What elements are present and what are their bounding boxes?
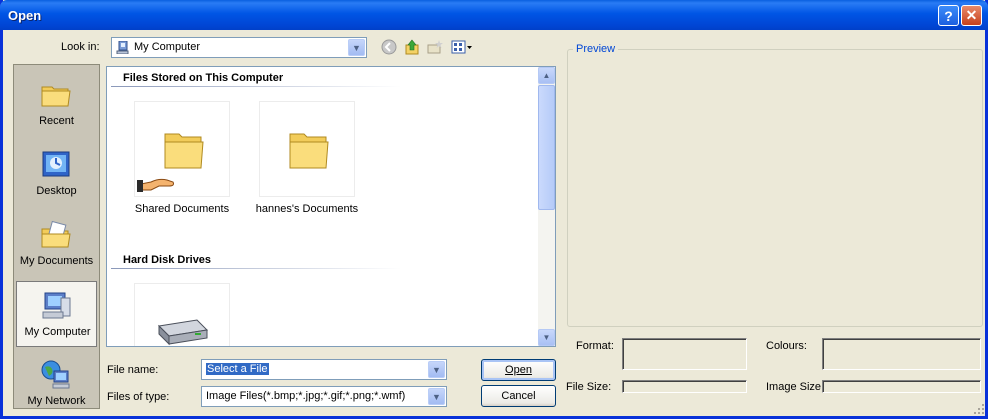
chevron-down-icon[interactable]: ▼ [428, 361, 445, 378]
tile-hard-drive[interactable] [134, 283, 230, 346]
cancel-button[interactable]: Cancel [481, 385, 556, 407]
place-my-computer[interactable]: My Computer [16, 281, 97, 347]
file-type-value: Image Files(*.bmp;*.jpg;*.gif;*.png;*.wm… [206, 390, 406, 402]
open-button[interactable]: Open [481, 359, 556, 381]
my-computer-icon [42, 292, 71, 319]
views-menu-icon[interactable] [450, 38, 474, 56]
group-header-hard-disk-drives: Hard Disk Drives [123, 254, 212, 266]
place-label-desktop: Desktop [36, 185, 77, 197]
look-in-value: My Computer [134, 41, 201, 53]
place-label-my-documents: My Documents [19, 255, 94, 267]
open-dialog: Open ? ✕ Look in: My Computer ▼ Recent D… [0, 0, 988, 419]
resize-grip-icon[interactable] [973, 403, 985, 415]
help-button[interactable]: ? [938, 5, 959, 26]
place-label-my-computer: My Computer [24, 326, 91, 338]
scroll-thumb[interactable] [538, 85, 555, 210]
close-button[interactable]: ✕ [961, 5, 982, 26]
colours-value-box [822, 338, 981, 370]
places-bar: Recent Desktop My Documents My Computer … [13, 64, 100, 409]
group-divider [111, 268, 401, 269]
shared-folder-icon [137, 133, 204, 192]
image-size-label: Image Size: [766, 381, 825, 393]
look-in-label: Look in: [61, 41, 100, 53]
recent-folder-icon [41, 86, 71, 107]
desktop-icon [42, 151, 70, 177]
chevron-down-icon[interactable]: ▼ [428, 388, 445, 405]
place-my-network[interactable]: My Network [16, 351, 97, 417]
colours-label: Colours: [766, 340, 807, 352]
group-header-stored-files: Files Stored on This Computer [123, 72, 284, 84]
file-type-label: Files of type: [107, 391, 170, 403]
cancel-button-label: Cancel [501, 390, 536, 402]
file-type-select[interactable]: Image Files(*.bmp;*.jpg;*.gif;*.png;*.wm… [201, 386, 447, 407]
group-divider [111, 86, 401, 87]
preview-pane [567, 49, 983, 327]
place-desktop[interactable]: Desktop [16, 141, 97, 207]
window-title: Open [8, 8, 42, 23]
file-size-label: File Size: [566, 381, 612, 393]
tile-hannes-documents[interactable] [259, 101, 355, 197]
back-icon[interactable] [380, 38, 398, 56]
place-recent[interactable]: Recent [16, 71, 97, 137]
file-name-input[interactable]: Select a File ▼ [201, 359, 447, 380]
vertical-scrollbar[interactable]: ▲ ▼ [538, 67, 555, 346]
image-size-value-box [822, 380, 981, 393]
new-folder-icon[interactable] [426, 38, 444, 56]
title-bar[interactable]: Open ? ✕ [0, 0, 988, 30]
tile-shared-documents[interactable] [134, 101, 230, 197]
chevron-down-icon[interactable]: ▼ [348, 39, 365, 56]
file-list-view[interactable]: Files Stored on This Computer Shared Doc… [106, 66, 556, 347]
help-icon: ? [944, 7, 953, 24]
file-name-label: File name: [107, 364, 159, 376]
my-computer-small-icon [116, 41, 129, 54]
open-button-label: Open [505, 364, 532, 376]
item-label-hannes-documents: hannes's Documents [255, 203, 359, 215]
hard-drive-icon [157, 319, 209, 346]
file-size-value-box [622, 380, 747, 393]
place-label-recent: Recent [39, 115, 74, 127]
place-my-documents[interactable]: My Documents [16, 211, 97, 277]
file-name-value[interactable]: Select a File [206, 363, 269, 375]
scroll-up-icon[interactable]: ▲ [538, 67, 555, 84]
close-icon: ✕ [965, 7, 978, 23]
preview-legend: Preview [573, 43, 619, 55]
folder-icon [289, 133, 329, 169]
place-label-my-network: My Network [27, 395, 86, 407]
look-in-combo[interactable]: My Computer ▼ [111, 37, 367, 58]
my-network-icon [41, 360, 70, 389]
my-documents-icon [41, 220, 71, 248]
format-label: Format: [576, 340, 614, 352]
scroll-down-icon[interactable]: ▼ [538, 329, 555, 346]
up-folder-icon[interactable] [403, 38, 421, 56]
format-value-box [622, 338, 747, 370]
